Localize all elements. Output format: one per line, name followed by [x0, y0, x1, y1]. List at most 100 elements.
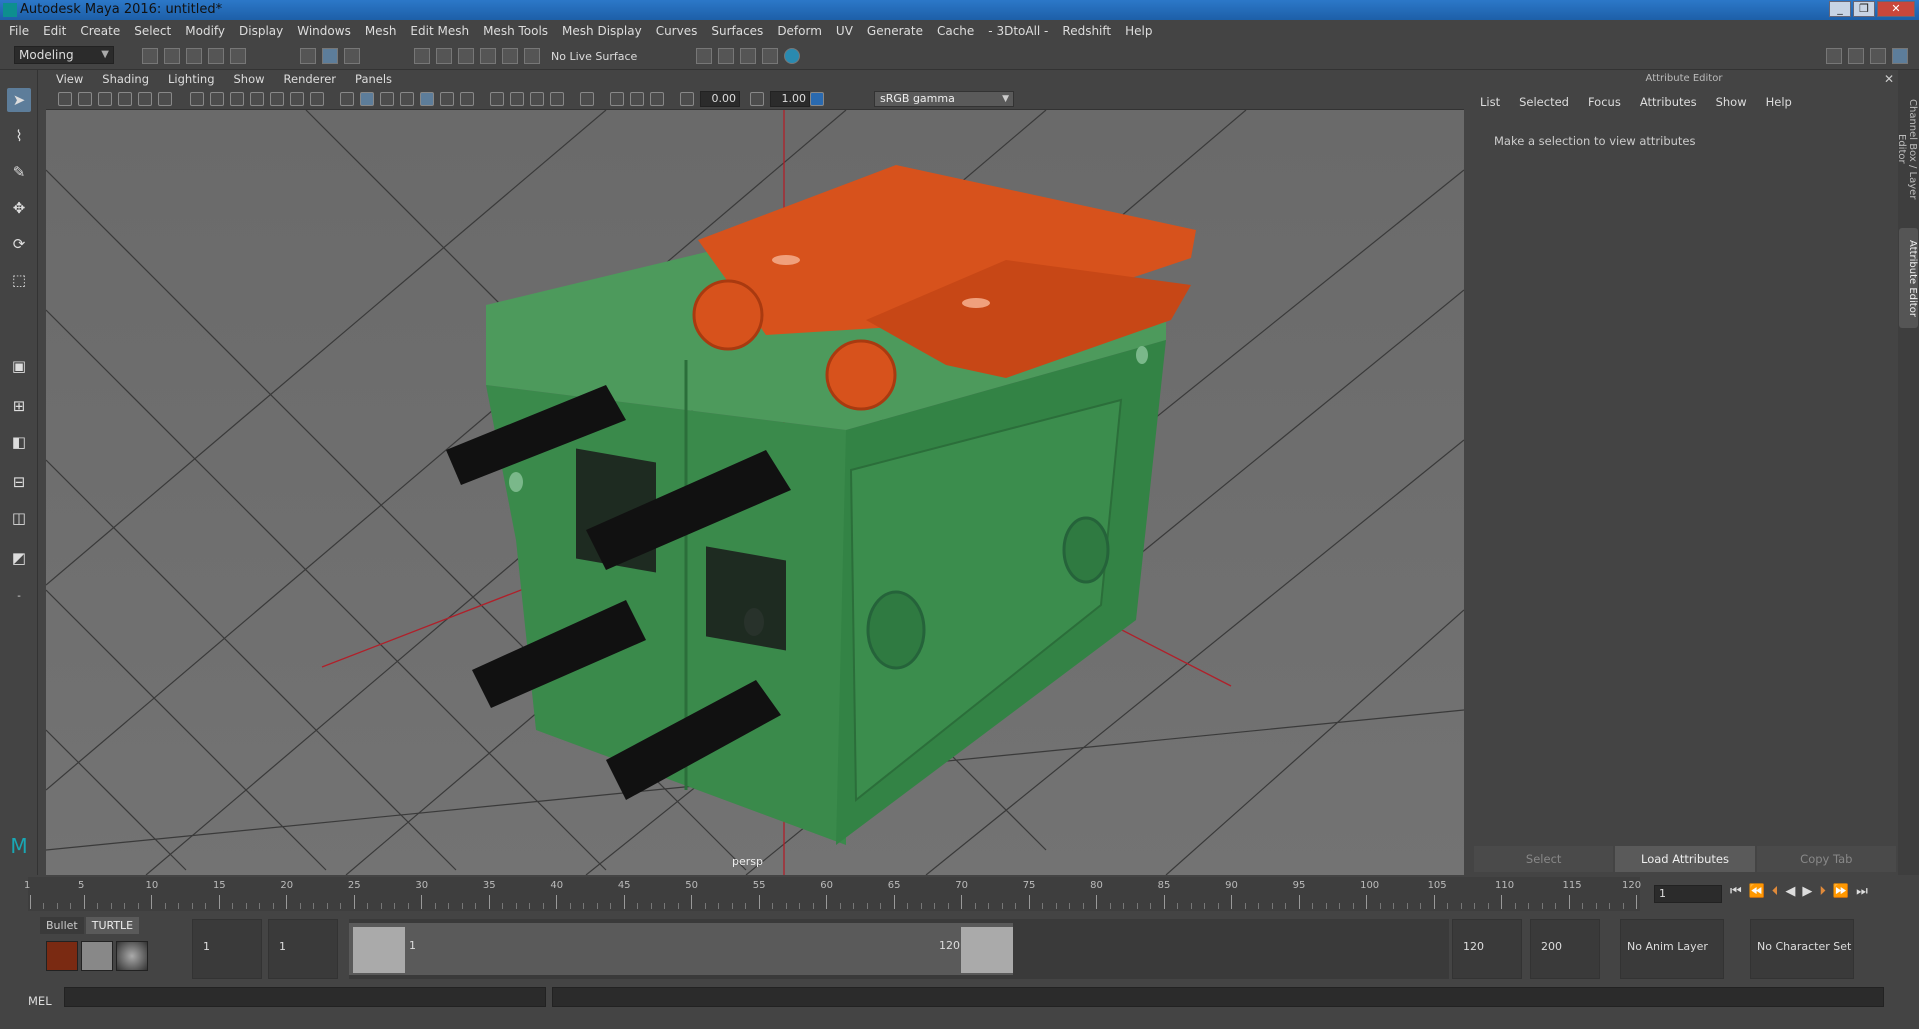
snap-curve-icon[interactable]: [436, 48, 452, 64]
image-plane-icon[interactable]: [118, 92, 132, 106]
ae-menu-attributes[interactable]: Attributes: [1640, 95, 1697, 109]
copy-tab-button[interactable]: Copy Tab: [1756, 846, 1896, 872]
attribute-editor-toggle-icon[interactable]: [1848, 48, 1864, 64]
lasso-tool-icon[interactable]: ⌇: [7, 124, 31, 148]
panel-menu-view[interactable]: View: [56, 72, 83, 86]
xray-joints-icon[interactable]: [630, 92, 644, 106]
menu-generate[interactable]: Generate: [867, 24, 923, 38]
grid-icon[interactable]: [190, 92, 204, 106]
playback-end-field[interactable]: 120: [1452, 919, 1522, 979]
go-to-end-icon[interactable]: ⏭: [1856, 884, 1868, 899]
field-chart-icon[interactable]: [270, 92, 284, 106]
single-perspective-layout-icon[interactable]: ▣: [7, 354, 31, 378]
tab-channel-box[interactable]: Channel Box / Layer Editor: [1896, 84, 1918, 214]
hypershade-layout-icon[interactable]: ◫: [7, 506, 31, 530]
screen-space-ao-icon[interactable]: [490, 92, 504, 106]
select-hierarchy-icon[interactable]: [300, 48, 316, 64]
snap-point-icon[interactable]: [458, 48, 474, 64]
modeling-toolkit-icon[interactable]: [1826, 48, 1842, 64]
range-start-handle[interactable]: [353, 927, 405, 973]
menu-create[interactable]: Create: [80, 24, 120, 38]
safe-action-icon[interactable]: [290, 92, 304, 106]
menu-mesh-display[interactable]: Mesh Display: [562, 24, 642, 38]
animation-end-field[interactable]: 200: [1530, 919, 1600, 979]
live-surface-label[interactable]: No Live Surface: [551, 50, 637, 63]
menu-curves[interactable]: Curves: [656, 24, 698, 38]
close-icon[interactable]: ✕: [1877, 1, 1915, 17]
save-scene-icon[interactable]: [186, 48, 202, 64]
film-gate-icon[interactable]: [210, 92, 224, 106]
hypershade-icon[interactable]: [784, 48, 800, 64]
time-ruler[interactable]: 1 5 10 15 20 25 30 35 40 45 50 55 60 65 70 75 80 85 90 95 10…: [24, 877, 1641, 911]
bookmark-icon[interactable]: [98, 92, 112, 106]
safe-title-icon[interactable]: [310, 92, 324, 106]
step-back-frame-icon[interactable]: ⏴: [1772, 884, 1779, 899]
menu-3dtoall[interactable]: - 3DtoAll -: [988, 24, 1048, 38]
depth-of-field-icon[interactable]: [550, 92, 564, 106]
smooth-shade-icon[interactable]: [360, 92, 374, 106]
shelf-tab-bullet[interactable]: Bullet: [40, 917, 84, 934]
wireframe-icon[interactable]: [340, 92, 354, 106]
load-attributes-button[interactable]: Load Attributes: [1615, 846, 1755, 872]
turtle-render-icon[interactable]: [46, 941, 78, 971]
menu-display[interactable]: Display: [239, 24, 283, 38]
wireframe-on-shaded-icon[interactable]: [400, 92, 414, 106]
textured-icon[interactable]: [420, 92, 434, 106]
menu-edit[interactable]: Edit: [43, 24, 66, 38]
new-scene-icon[interactable]: [142, 48, 158, 64]
range-end-handle[interactable]: [961, 927, 1013, 973]
go-to-start-icon[interactable]: ⏮: [1730, 884, 1742, 899]
layout-options-icon[interactable]: -: [7, 584, 31, 608]
gamma-field[interactable]: 1.00: [770, 91, 810, 107]
anti-aliasing-icon[interactable]: [530, 92, 544, 106]
menu-modify[interactable]: Modify: [185, 24, 225, 38]
render-frame-icon[interactable]: [718, 48, 734, 64]
play-backwards-icon[interactable]: ◀: [1785, 884, 1795, 899]
shadows-icon[interactable]: [460, 92, 474, 106]
color-management-icon[interactable]: [810, 92, 824, 106]
close-icon[interactable]: ✕: [1884, 72, 1894, 86]
menu-redshift[interactable]: Redshift: [1062, 24, 1111, 38]
ae-menu-show[interactable]: Show: [1716, 95, 1747, 109]
resolution-gate-icon[interactable]: [230, 92, 244, 106]
view-transform-dropdown[interactable]: sRGB gamma ▼: [874, 91, 1014, 107]
panel-menu-renderer[interactable]: Renderer: [284, 72, 337, 86]
panel-menu-panels[interactable]: Panels: [355, 72, 392, 86]
menu-windows[interactable]: Windows: [297, 24, 351, 38]
uv-editor-layout-icon[interactable]: ◩: [7, 546, 31, 570]
isolate-select-icon[interactable]: [580, 92, 594, 106]
snap-grid-icon[interactable]: [414, 48, 430, 64]
select-tool-icon[interactable]: ➤: [7, 88, 31, 112]
xray-icon[interactable]: [610, 92, 624, 106]
tab-attribute-editor[interactable]: Attribute Editor: [1899, 228, 1918, 328]
script-language-label[interactable]: MEL: [28, 994, 52, 1008]
turtle-sphere-icon[interactable]: [116, 941, 148, 971]
menu-edit-mesh[interactable]: Edit Mesh: [410, 24, 469, 38]
menu-mesh[interactable]: Mesh: [365, 24, 397, 38]
restore-icon[interactable]: ❐: [1853, 1, 1875, 17]
tool-settings-icon[interactable]: [1870, 48, 1886, 64]
gate-mask-icon[interactable]: [250, 92, 264, 106]
snap-live-icon[interactable]: [502, 48, 518, 64]
menu-select[interactable]: Select: [134, 24, 171, 38]
grease-pencil-icon[interactable]: [158, 92, 172, 106]
select-object-icon[interactable]: [322, 48, 338, 64]
command-input[interactable]: [64, 987, 546, 1007]
persp-outliner-layout-icon[interactable]: ◧: [7, 430, 31, 454]
animation-start-field[interactable]: 1: [192, 919, 262, 979]
step-forward-key-icon[interactable]: ⏩: [1833, 884, 1849, 899]
use-all-lights-icon[interactable]: [440, 92, 454, 106]
menu-uv[interactable]: UV: [836, 24, 853, 38]
xray-components-icon[interactable]: [650, 92, 664, 106]
snap-together-icon[interactable]: [524, 48, 540, 64]
menu-mesh-tools[interactable]: Mesh Tools: [483, 24, 548, 38]
exposure-icon[interactable]: [680, 92, 694, 106]
scale-tool-icon[interactable]: ⬚: [7, 268, 31, 292]
anim-layer-dropdown[interactable]: No Anim Layer: [1620, 919, 1724, 979]
gamma-icon[interactable]: [750, 92, 764, 106]
step-forward-frame-icon[interactable]: ⏵: [1819, 884, 1826, 899]
playback-range-slider[interactable]: 1 120: [349, 919, 1449, 979]
use-default-material-icon[interactable]: [380, 92, 394, 106]
render-settings-icon[interactable]: [762, 48, 778, 64]
current-frame-field[interactable]: 1: [1654, 885, 1722, 903]
